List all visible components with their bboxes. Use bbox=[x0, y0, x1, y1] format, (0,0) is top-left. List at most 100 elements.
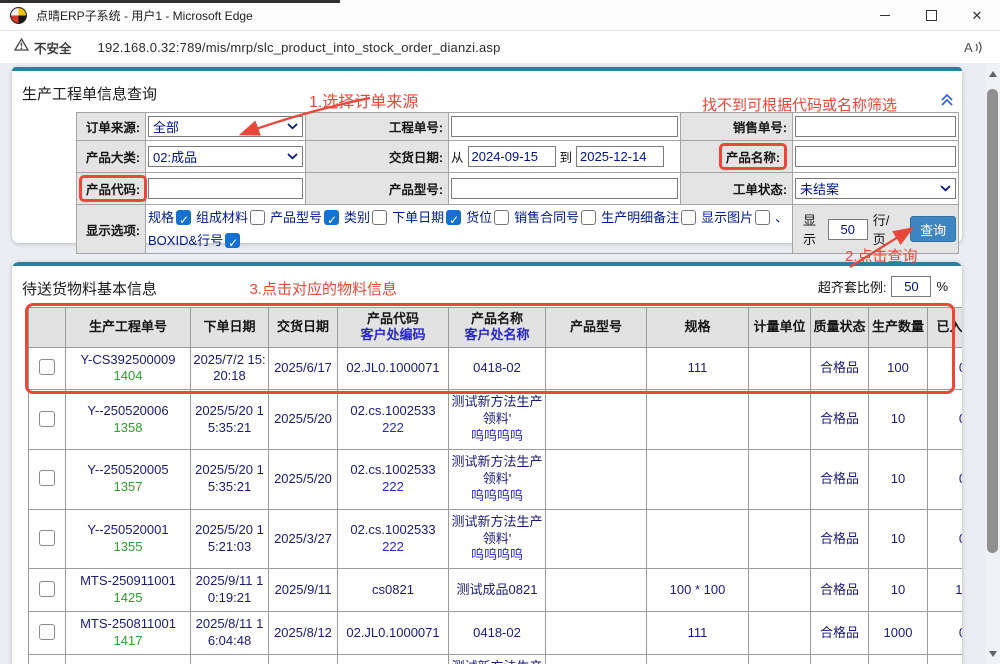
browser-window: 点晴ERP子系统 - 用户1 - Microsoft Edge ✕ 不安全 19… bbox=[0, 0, 1000, 664]
not-secure-warning-icon[interactable] bbox=[14, 38, 29, 56]
display-option[interactable]: 规格 bbox=[148, 206, 191, 229]
scrollbar-thumb[interactable] bbox=[987, 89, 998, 553]
customer-name-link[interactable]: 呜呜呜呜 bbox=[451, 428, 543, 445]
display-option-checkbox[interactable] bbox=[372, 210, 387, 225]
customer-name-link[interactable]: 呜呜呜呜 bbox=[451, 488, 543, 505]
maximize-button[interactable] bbox=[908, 0, 954, 30]
project-no-input[interactable] bbox=[451, 116, 678, 137]
row-checkbox[interactable] bbox=[39, 530, 55, 546]
cell-spec bbox=[647, 654, 749, 664]
column-header: 产品代码客户处编码 bbox=[338, 308, 449, 348]
display-option-checkbox[interactable] bbox=[225, 233, 240, 248]
display-option[interactable]: BOXID&行号 bbox=[148, 229, 240, 252]
display-option[interactable]: 组成材料 bbox=[196, 206, 265, 229]
cell-stocked: 0 bbox=[928, 390, 963, 450]
display-option-checkbox[interactable] bbox=[581, 210, 596, 225]
table-header-row: 生产工程单号下单日期交货日期产品代码客户处编码产品名称客户处名称产品型号规格计量… bbox=[29, 308, 963, 348]
table-row[interactable]: MTS-2508110011417 2025/8/11 16:04:48 202… bbox=[29, 612, 963, 655]
delivery-from-input[interactable] bbox=[468, 146, 556, 167]
window-titlebar: 点晴ERP子系统 - 用户1 - Microsoft Edge ✕ bbox=[0, 0, 1000, 31]
row-sub-number: 1425 bbox=[68, 590, 188, 607]
row-checkbox[interactable] bbox=[39, 581, 55, 597]
cell-model bbox=[546, 390, 647, 450]
cell-product-name: 测试新方法生产领料'呜呜呜呜 bbox=[449, 449, 546, 509]
cell-select bbox=[29, 509, 66, 569]
minimize-button[interactable] bbox=[862, 0, 908, 30]
column-header: 生产数量 bbox=[869, 308, 928, 348]
product-code-input[interactable] bbox=[148, 178, 303, 199]
triangle-down-icon bbox=[989, 651, 997, 657]
cell-stocked: 0 bbox=[928, 654, 963, 664]
cell-product-code: 02.cs.1002533222 bbox=[338, 449, 449, 509]
order-source-select[interactable]: 全部 bbox=[148, 116, 303, 137]
table-row[interactable]: Y-CS3925000091404 2025/7/2 15:20:18 2025… bbox=[29, 347, 963, 390]
customer-code-link[interactable]: 222 bbox=[340, 539, 446, 556]
cell-delivery-date: 2025/7/19 bbox=[269, 654, 338, 664]
table-row[interactable]: Y--2505200061358 2025/5/20 15:35:21 2025… bbox=[29, 390, 963, 450]
display-option[interactable]: 显示图片 bbox=[701, 206, 770, 229]
page-size-input[interactable] bbox=[828, 219, 868, 240]
display-option-checkbox[interactable] bbox=[755, 210, 770, 225]
cell-unit bbox=[749, 347, 811, 390]
per-page-label: 行/页 bbox=[873, 210, 895, 248]
cell-model bbox=[546, 654, 647, 664]
ratio-input[interactable] bbox=[891, 276, 931, 297]
display-options-label: 显示选项: bbox=[77, 205, 146, 254]
collapse-panel-icon[interactable] bbox=[940, 93, 954, 112]
display-option[interactable]: 销售合同号 bbox=[514, 206, 596, 229]
panel-accent-bar bbox=[12, 262, 962, 266]
scroll-down-button[interactable] bbox=[985, 646, 1000, 661]
display-option[interactable]: 类别 bbox=[344, 206, 387, 229]
product-name-label: 产品名称: bbox=[681, 141, 793, 173]
table-row[interactable]: Y--2505200051357 2025/5/20 15:35:21 2025… bbox=[29, 449, 963, 509]
cell-quality: 合格品 bbox=[811, 449, 869, 509]
product-name-input[interactable] bbox=[795, 146, 956, 167]
display-option[interactable]: 产品型号 bbox=[270, 206, 339, 229]
cell-order-date: 2025/5/20 15:35:21 bbox=[191, 449, 269, 509]
cell-order-no: Y-CS3925000091404 bbox=[66, 347, 191, 390]
display-option-checkbox[interactable] bbox=[176, 210, 191, 225]
search-button[interactable]: 查询 bbox=[910, 216, 956, 242]
scroll-up-button[interactable] bbox=[985, 66, 1000, 81]
customer-name-link[interactable]: 呜呜呜呜 bbox=[451, 547, 543, 564]
security-status-label[interactable]: 不安全 bbox=[34, 38, 72, 57]
table-row[interactable]: MTS-2509110011425 2025/9/11 10:19:21 202… bbox=[29, 569, 963, 612]
close-button[interactable]: ✕ bbox=[954, 0, 1000, 30]
row-checkbox[interactable] bbox=[39, 411, 55, 427]
display-option[interactable]: 货位 bbox=[466, 206, 509, 229]
display-option[interactable]: 生产明细备注 bbox=[601, 206, 696, 229]
vertical-scrollbar[interactable] bbox=[985, 63, 1000, 664]
cell-product-code: 02.cs.1002533222 bbox=[338, 390, 449, 450]
display-option-checkbox[interactable] bbox=[681, 210, 696, 225]
query-panel-title: 生产工程单信息查询 bbox=[22, 83, 157, 104]
table-row[interactable]: MTS-2507150031413 2025/7/15 15:16:12 202… bbox=[29, 654, 963, 664]
read-aloud-icon[interactable]: A bbox=[963, 40, 984, 55]
cell-model bbox=[546, 612, 647, 655]
display-option-checkbox[interactable] bbox=[494, 210, 509, 225]
customer-code-link[interactable]: 222 bbox=[340, 420, 446, 437]
cell-model bbox=[546, 509, 647, 569]
display-option-checkbox[interactable] bbox=[446, 210, 461, 225]
model-input[interactable] bbox=[451, 178, 678, 199]
customer-code-link[interactable]: 222 bbox=[340, 479, 446, 496]
address-url[interactable]: 192.168.0.32:789/mis/mrp/slc_product_int… bbox=[98, 40, 501, 55]
column-header: 已入数量 bbox=[928, 308, 963, 348]
row-checkbox[interactable] bbox=[39, 470, 55, 486]
cell-order-no: Y--2505200061358 bbox=[66, 390, 191, 450]
sales-no-input[interactable] bbox=[795, 116, 956, 137]
category-select[interactable]: 02:成品 bbox=[148, 146, 303, 167]
table-row[interactable]: Y--2505200011355 2025/5/20 15:21:03 2025… bbox=[29, 509, 963, 569]
status-select[interactable]: 未结案 bbox=[795, 178, 956, 199]
delivery-to-input[interactable] bbox=[576, 146, 664, 167]
cell-quality: 合格品 bbox=[811, 612, 869, 655]
display-option-checkbox[interactable] bbox=[250, 210, 265, 225]
display-option-checkbox[interactable] bbox=[324, 210, 339, 225]
row-checkbox[interactable] bbox=[39, 359, 55, 375]
cell-stocked: 0 bbox=[928, 347, 963, 390]
row-checkbox[interactable] bbox=[39, 624, 55, 640]
display-option[interactable]: 下单日期 bbox=[392, 206, 461, 229]
row-sub-number: 1358 bbox=[68, 420, 188, 437]
materials-panel: 待送货物料基本信息 3.点击对应的物料信息 超齐套比例: % 生产工程单号下单日… bbox=[12, 262, 962, 664]
background-window-edge bbox=[0, 0, 340, 3]
cell-qty: 10 bbox=[869, 509, 928, 569]
